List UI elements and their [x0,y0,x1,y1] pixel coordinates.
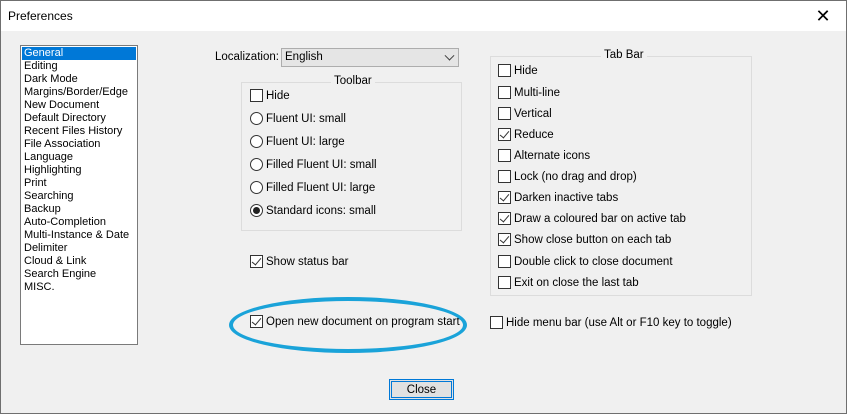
category-item-searching[interactable]: Searching [22,190,136,203]
toolbar-radio-filled-large[interactable]: Filled Fluent UI: large [250,181,375,194]
tab-bar-option-label: Darken inactive tabs [514,191,619,204]
radio-label: Fluent UI: large [266,135,345,148]
tab-bar-option-alternate-icons[interactable]: Alternate icons [498,149,590,162]
localization-select[interactable]: English [281,48,459,67]
open-new-document-label: Open new document on program start [266,315,460,328]
chevron-down-icon [444,50,455,61]
checkbox-checked-icon [498,212,511,225]
category-item-general[interactable]: General [22,47,136,60]
radio-icon [250,158,263,171]
radio-icon [250,181,263,194]
tab-bar-option-double-click-close[interactable]: Double click to close document [498,255,673,268]
checkbox-icon [498,86,511,99]
category-item-language[interactable]: Language [22,151,136,164]
hide-menu-bar-label: Hide menu bar (use Alt or F10 key to tog… [506,316,732,329]
tab-bar-option-close-button[interactable]: Show close button on each tab [498,233,671,246]
tab-bar-option-label: Double click to close document [514,255,673,268]
category-item-misc[interactable]: MISC. [22,281,136,294]
toolbar-radio-fluent-large[interactable]: Fluent UI: large [250,135,345,148]
toolbar-radio-filled-small[interactable]: Filled Fluent UI: small [250,158,377,171]
radio-label: Fluent UI: small [266,112,346,125]
category-item-auto-completion[interactable]: Auto-Completion [22,216,136,229]
localization-label: Localization: [215,51,279,63]
preferences-dialog: Preferences ✕ General Editing Dark Mode … [0,0,847,414]
tab-bar-option-vertical[interactable]: Vertical [498,107,552,120]
tab-bar-group-title: Tab Bar [601,49,647,61]
tab-bar-option-exit-on-close[interactable]: Exit on close the last tab [498,276,639,289]
tab-bar-option-hide[interactable]: Hide [498,64,538,77]
tab-bar-option-label: Hide [514,64,538,77]
category-item-delimiter[interactable]: Delimiter [22,242,136,255]
close-window-icon[interactable]: ✕ [806,4,840,28]
toolbar-radio-standard-small[interactable]: Standard icons: small [250,204,376,217]
category-item-new-document[interactable]: New Document [22,99,136,112]
category-item-margins[interactable]: Margins/Border/Edge [22,86,136,99]
category-item-highlighting[interactable]: Highlighting [22,164,136,177]
open-new-document-checkbox[interactable]: Open new document on program start [250,315,460,328]
category-item-editing[interactable]: Editing [22,60,136,73]
checkbox-checked-icon [250,315,263,328]
category-item-multi-instance[interactable]: Multi-Instance & Date [22,229,136,242]
radio-label: Filled Fluent UI: small [266,158,377,171]
tab-bar-option-label: Reduce [514,128,554,141]
checkbox-checked-icon [498,191,511,204]
checkbox-icon [490,316,503,329]
radio-selected-icon [250,204,263,217]
checkbox-icon [498,64,511,77]
category-list[interactable]: General Editing Dark Mode Margins/Border… [20,45,138,345]
title-bar: Preferences ✕ [1,1,846,31]
tab-bar-option-label: Draw a coloured bar on active tab [514,212,686,225]
checkbox-checked-icon [498,128,511,141]
toolbar-hide-checkbox[interactable]: Hide [250,89,290,102]
checkbox-icon [498,170,511,183]
checkbox-icon [498,276,511,289]
localization-value: English [285,51,323,63]
radio-label: Standard icons: small [266,204,376,217]
category-item-print[interactable]: Print [22,177,136,190]
radio-icon [250,112,263,125]
tab-bar-option-lock[interactable]: Lock (no drag and drop) [498,170,637,183]
toolbar-radio-fluent-small[interactable]: Fluent UI: small [250,112,346,125]
tab-bar-option-label: Show close button on each tab [514,233,672,246]
show-status-bar-checkbox[interactable]: Show status bar [250,255,348,268]
checkbox-checked-icon [250,255,263,268]
category-item-cloud-link[interactable]: Cloud & Link [22,255,136,268]
tab-bar-option-label: Vertical [514,107,552,120]
tab-bar-option-coloured-bar[interactable]: Draw a coloured bar on active tab [498,212,686,225]
close-button[interactable]: Close [389,379,454,400]
category-item-backup[interactable]: Backup [22,203,136,216]
tab-bar-option-label: Exit on close the last tab [514,276,639,289]
tab-bar-option-darken-inactive[interactable]: Darken inactive tabs [498,191,618,204]
tab-bar-option-reduce[interactable]: Reduce [498,128,554,141]
checkbox-icon [498,149,511,162]
category-item-dark-mode[interactable]: Dark Mode [22,73,136,86]
show-status-bar-label: Show status bar [266,255,349,268]
close-button-label: Close [406,383,437,396]
checkbox-checked-icon [498,233,511,246]
toolbar-hide-label: Hide [266,89,290,102]
tab-bar-option-label: Lock (no drag and drop) [514,170,637,183]
radio-label: Filled Fluent UI: large [266,181,376,194]
category-item-default-directory[interactable]: Default Directory [22,112,136,125]
tab-bar-option-label: Alternate icons [514,149,591,162]
hide-menu-bar-checkbox[interactable]: Hide menu bar (use Alt or F10 key to tog… [490,316,732,329]
checkbox-icon [250,89,263,102]
tab-bar-option-label: Multi-line [514,86,561,99]
category-item-file-association[interactable]: File Association [22,138,136,151]
radio-icon [250,135,263,148]
tab-bar-option-multi-line[interactable]: Multi-line [498,86,560,99]
category-item-search-engine[interactable]: Search Engine [22,268,136,281]
checkbox-icon [498,107,511,120]
window-title: Preferences [8,9,73,23]
checkbox-icon [498,255,511,268]
toolbar-group-title: Toolbar [331,75,375,87]
category-item-recent-files[interactable]: Recent Files History [22,125,136,138]
